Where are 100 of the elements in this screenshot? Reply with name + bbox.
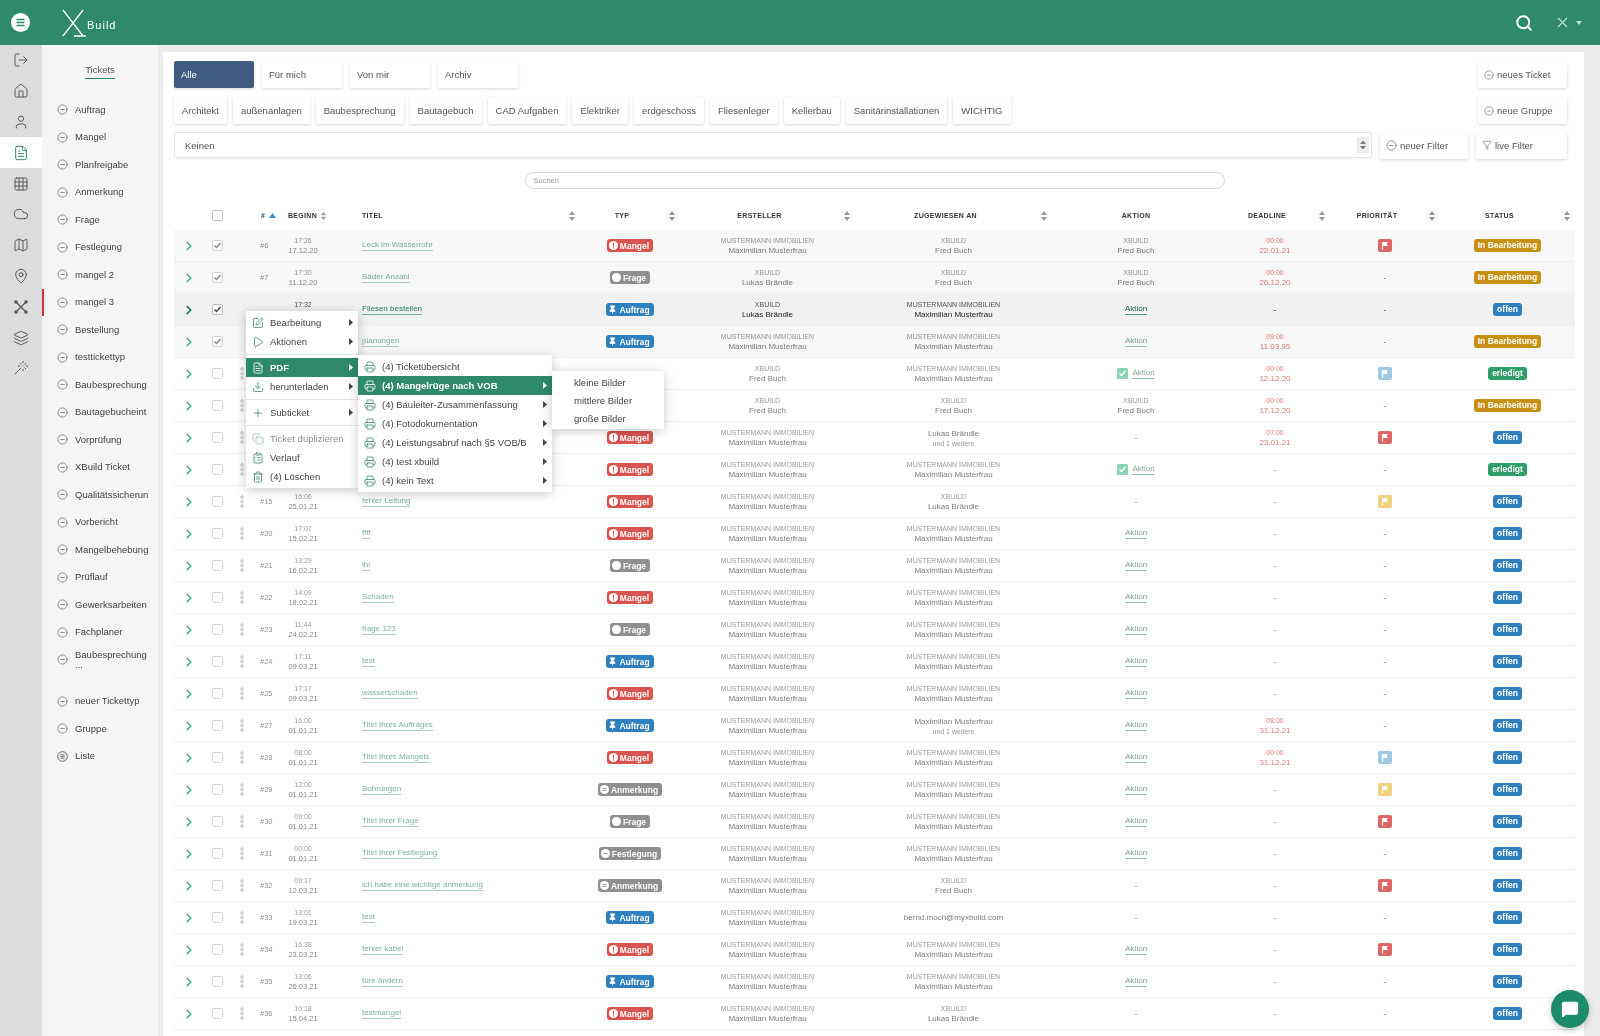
filter-tab[interactable]: Für mich [262, 61, 342, 88]
menu-item[interactable]: herunterladen [246, 377, 358, 396]
more-options-icon[interactable] [240, 879, 244, 892]
row-checkbox[interactable] [211, 304, 223, 315]
menu-item[interactable]: große Bilder [552, 409, 664, 427]
sidebar-item[interactable]: Festlegung [42, 233, 158, 261]
menu-item[interactable]: (4) Fotodokumentation [358, 414, 552, 433]
row-checkbox[interactable] [211, 816, 223, 827]
menu-item[interactable]: Aktionen [246, 332, 358, 351]
row-checkbox[interactable] [211, 912, 223, 923]
group-filter-button[interactable]: CAD Aufgaben [487, 97, 567, 124]
group-filter-button[interactable]: Sanitärinstallationen [845, 97, 948, 124]
menu-item[interactable]: (4) Mangelrüge nach VOB [358, 376, 552, 395]
ticket-title-link[interactable]: Fliesen bestellen [362, 304, 423, 315]
sidebar-item[interactable]: Vorprüfung [42, 426, 158, 454]
sidebar-item[interactable]: Liste [42, 742, 158, 770]
row-checkbox[interactable] [211, 752, 223, 763]
menu-item[interactable]: (4) Bauleiter-Zusammenfassung [358, 395, 552, 414]
more-options-icon[interactable] [240, 975, 244, 988]
row-checkbox[interactable] [211, 560, 223, 571]
group-filter-button[interactable]: Fliesenleger [709, 97, 778, 124]
filter-select[interactable]: Keinen [174, 132, 1372, 158]
sidebar-item[interactable]: Auftrag [42, 96, 158, 124]
filter-tab[interactable]: Archiv [438, 61, 518, 88]
sidebar-item[interactable]: Baubesprechung [42, 371, 158, 399]
menu-item[interactable]: Subticket [246, 403, 358, 422]
row-checkbox[interactable] [211, 368, 223, 379]
sidebar-item[interactable]: Frage [42, 206, 158, 234]
row-checkbox[interactable] [211, 1008, 223, 1019]
more-options-icon[interactable] [240, 783, 244, 796]
row-checkbox[interactable] [211, 624, 223, 635]
menu-item[interactable]: (4) test xbuild [358, 452, 552, 471]
sidebar-item[interactable]: Gewerksarbeiten [42, 591, 158, 619]
sidebar-item[interactable]: Bestellung [42, 316, 158, 344]
row-checkbox[interactable] [211, 464, 223, 475]
sidebar-item[interactable]: XBuild Ticket [42, 453, 158, 481]
sidebar-item[interactable]: Bautagebucheint [42, 398, 158, 426]
nav-button[interactable] [0, 137, 42, 169]
sidebar-item[interactable]: Vorbericht [42, 508, 158, 536]
account-menu-button[interactable] [1557, 17, 1582, 28]
group-filter-button[interactable]: erdgeschoss [634, 97, 704, 124]
more-options-icon[interactable] [240, 847, 244, 860]
group-filter-button[interactable]: Kellerbau [783, 97, 840, 124]
menu-item[interactable]: Bearbeitung [246, 313, 358, 332]
more-options-icon[interactable] [240, 815, 244, 828]
sidebar-item[interactable]: Gruppe [42, 715, 158, 743]
row-checkbox[interactable] [211, 432, 223, 443]
group-filter-button[interactable]: außenanlagen [232, 97, 310, 124]
more-options-icon[interactable] [240, 751, 244, 764]
sidebar-item[interactable]: mangel 2 [42, 261, 158, 289]
row-checkbox[interactable] [211, 400, 223, 411]
more-options-icon[interactable] [240, 719, 244, 732]
more-options-icon[interactable] [240, 527, 244, 540]
more-options-icon[interactable] [240, 591, 244, 604]
row-checkbox[interactable] [211, 656, 223, 667]
new-group-button[interactable]: neue Gruppe [1478, 97, 1567, 124]
row-checkbox[interactable] [211, 528, 223, 539]
more-options-icon[interactable] [240, 687, 244, 700]
group-filter-button[interactable]: Elektriker [572, 97, 628, 124]
select-all-checkbox[interactable] [211, 210, 223, 221]
filter-button[interactable]: live Filter [1476, 131, 1567, 159]
filter-tab[interactable]: Von mir [350, 61, 430, 88]
new-ticket-button[interactable]: neues Ticket [1478, 61, 1567, 88]
sidebar-item[interactable]: Fachplaner [42, 618, 158, 646]
tickets-link[interactable]: Tickets [85, 64, 115, 79]
more-options-icon[interactable] [240, 911, 244, 924]
menu-item[interactable]: Verlauf [246, 448, 358, 467]
menu-item[interactable]: (4) Leistungsabruf nach §5 VOB/B [358, 433, 552, 452]
sidebar-item[interactable]: Anmerkung [42, 178, 158, 206]
more-options-icon[interactable] [240, 623, 244, 636]
menu-item[interactable]: kleine Bilder [552, 373, 664, 391]
row-checkbox[interactable] [211, 848, 223, 859]
action-link[interactable]: Aktion [1124, 304, 1148, 315]
row-checkbox[interactable] [211, 976, 223, 987]
sidebar-item[interactable]: mangel 3 [42, 288, 158, 316]
group-filter-button[interactable]: WICHTIG [953, 97, 1011, 124]
row-checkbox[interactable] [211, 272, 223, 283]
sidebar-item[interactable]: Qualitätssicherun [42, 481, 158, 509]
filter-button[interactable]: neuer Filter [1380, 131, 1468, 159]
row-checkbox[interactable] [211, 496, 223, 507]
checked-box-icon[interactable] [1117, 368, 1129, 379]
row-checkbox[interactable] [211, 240, 223, 251]
row-checkbox[interactable] [211, 720, 223, 731]
row-checkbox[interactable] [211, 336, 223, 347]
more-options-icon[interactable] [240, 495, 244, 508]
sidebar-item[interactable]: Planfreigabe [42, 151, 158, 179]
group-filter-button[interactable]: Baubesprechung [315, 97, 404, 124]
menu-item[interactable]: (4) Ticketübersicht [358, 357, 552, 376]
group-filter-button[interactable]: Architekt [174, 97, 227, 124]
more-options-icon[interactable] [240, 943, 244, 956]
row-checkbox[interactable] [211, 944, 223, 955]
menu-item[interactable]: (4) kein Text [358, 471, 552, 490]
sidebar-item[interactable]: neuer Tickettyp [42, 687, 158, 715]
more-options-icon[interactable] [240, 559, 244, 572]
filter-tab[interactable]: Alle [174, 61, 254, 88]
menu-item[interactable]: mittlere Bilder [552, 391, 664, 409]
row-checkbox[interactable] [211, 688, 223, 699]
more-options-icon[interactable] [240, 1007, 244, 1020]
row-checkbox[interactable] [211, 592, 223, 603]
sidebar-item[interactable]: Baubesprechung ... [42, 646, 158, 674]
